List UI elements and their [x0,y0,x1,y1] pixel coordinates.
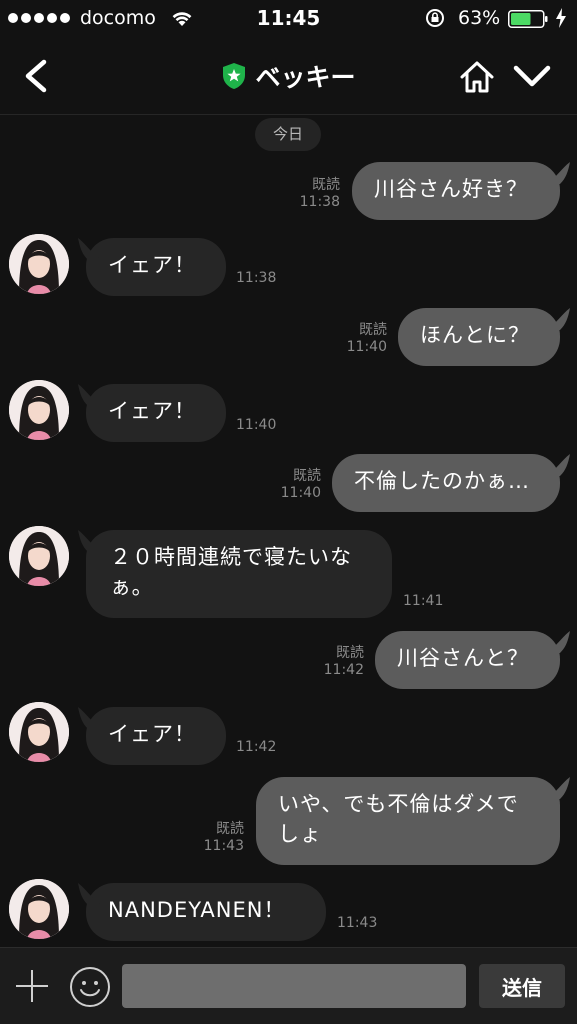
outgoing-message[interactable]: 川谷さん好き？ [352,162,560,220]
message-input[interactable] [122,964,466,1008]
incoming-message[interactable]: イェア！ [86,384,226,442]
bubble-tail [546,162,570,184]
message-text-line: いや、でも不倫はダメで [278,792,519,816]
plus-icon[interactable] [14,968,50,1004]
message-text: 川谷さん好き？ [374,177,528,201]
battery-percent: 63% [458,7,501,29]
incoming-message[interactable]: NANDEYANEN！ [86,883,326,941]
read-receipt: 既読 [359,322,387,338]
bubble-tail [78,384,102,406]
message-time: 11:40 [346,339,387,355]
message-time: 11:40 [236,417,277,433]
message-time: 11:42 [323,662,364,678]
message-time: 11:43 [337,915,378,931]
bubble-tail [546,308,570,330]
avatar[interactable] [9,879,69,939]
bubble-tail [78,707,102,729]
bubble-tail [546,631,570,653]
avatar[interactable] [9,380,69,440]
rotation-lock-icon [426,9,444,27]
message-input-bar: 送信 [0,947,577,1024]
date-separator: 今日 [255,118,321,151]
battery-icon [508,10,548,28]
outgoing-message[interactable]: 不倫したのかぁ… [332,454,560,512]
message-text-line: ぁ。 [110,575,154,599]
home-icon[interactable] [458,58,496,96]
incoming-message[interactable]: イェア！ [86,707,226,765]
avatar[interactable] [9,702,69,762]
message-meta: 11:41 [403,593,443,610]
read-receipt: 既読 [336,645,364,661]
message-time: 11:41 [403,593,444,609]
message-text: NANDEYANEN！ [108,898,286,922]
message-text-line: しょ [278,822,322,846]
incoming-message[interactable]: ２０時間連続で寝たいな ぁ。 [86,530,392,618]
bubble-tail [78,530,102,552]
message-time: 11:40 [280,485,321,501]
message-meta: 11:42 [236,739,276,756]
message-text: イェア！ [108,722,196,746]
outgoing-message[interactable]: 川谷さんと？ [375,631,560,689]
message-meta: 11:43 [337,915,377,932]
message-text-line: ２０時間連続で寝たいな [110,545,352,569]
message-time: 11:38 [299,194,340,210]
message-text: イェア！ [108,253,196,277]
emoji-icon[interactable] [69,966,111,1008]
bubble-tail [546,777,570,799]
bubble-tail [78,238,102,260]
chat-title: ベッキー [255,63,356,92]
message-list: 今日 既読 11:38 川谷さん好き？ イェア！ 11:38 既読 11:40 … [0,115,577,947]
message-meta: 既読 11:40 [337,322,387,356]
read-receipt: 既読 [216,821,244,837]
official-shield-icon [223,63,246,89]
chevron-down-icon[interactable] [512,62,552,92]
message-meta: 既読 11:38 [290,177,340,211]
incoming-message[interactable]: イェア！ [86,238,226,296]
message-time: 11:42 [236,739,277,755]
read-receipt: 既読 [312,177,340,193]
outgoing-message[interactable]: いや、でも不倫はダメで しょ [256,777,560,865]
message-text: 川谷さんと？ [397,646,529,670]
message-meta: 11:38 [236,270,276,287]
charging-bolt-icon [556,8,566,28]
message-meta: 既読 11:42 [314,645,364,679]
message-text: イェア！ [108,399,196,423]
chat-screen: docomo 11:45 63% ベッキー 今日 既読 11:38 川谷さん好き… [0,0,577,1024]
message-time: 11:43 [203,838,244,854]
message-meta: 既読 11:40 [271,468,321,502]
chat-header: ベッキー [0,38,577,115]
read-receipt: 既読 [293,468,321,484]
message-time: 11:38 [236,270,277,286]
send-button[interactable]: 送信 [479,964,565,1008]
message-meta: 既読 11:43 [194,821,244,855]
status-bar: docomo 11:45 63% [0,0,577,38]
avatar[interactable] [9,234,69,294]
outgoing-message[interactable]: ほんとに？ [398,308,560,366]
message-meta: 11:40 [236,417,276,434]
message-text: ほんとに？ [420,323,530,347]
bubble-tail [78,883,102,905]
message-text: 不倫したのかぁ… [354,469,530,493]
avatar[interactable] [9,526,69,586]
bubble-tail [546,454,570,476]
